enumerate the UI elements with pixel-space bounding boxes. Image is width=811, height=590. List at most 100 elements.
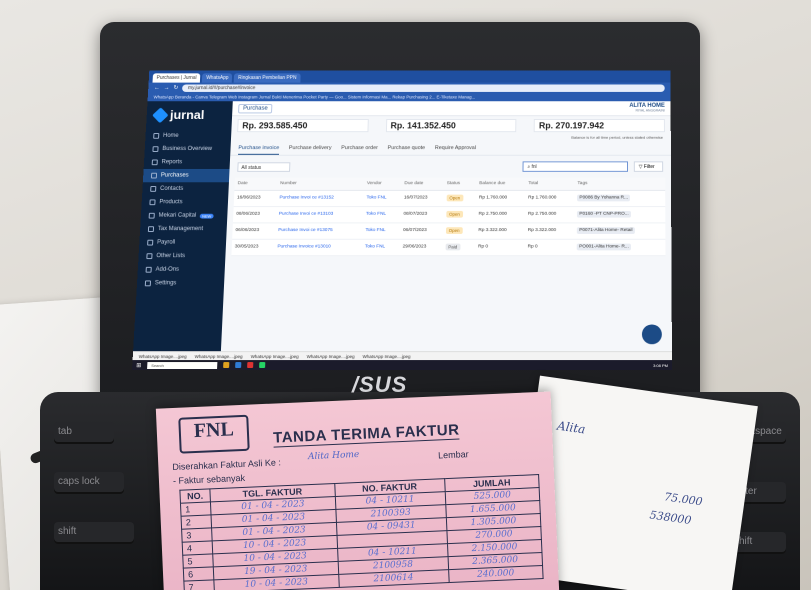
sidebar-item-reports[interactable]: Reports	[144, 156, 231, 169]
table-row[interactable]: 06/06/2023 Purchase Invoi ce #13075 Toko…	[232, 222, 666, 240]
table-row[interactable]: 08/06/2023 Purchase Invoi ce #13103 Toko…	[232, 206, 666, 223]
chat-support-icon[interactable]	[641, 324, 662, 345]
address-bar-row: ← → ↻ my.jurnal.id/#/purchase#invoice	[148, 82, 671, 93]
box-icon	[149, 199, 156, 206]
summary-card[interactable]: Rp. 293.585.450	[237, 119, 369, 133]
download-item[interactable]: WhatsApp Image....jpeg	[195, 354, 243, 359]
sidebar: jurnal Home Business Overview Reports Pu…	[133, 101, 233, 353]
vendor-link[interactable]: Toko FNL	[362, 206, 401, 223]
invoice-table: Date Number Vendor Due date Status Balan…	[231, 177, 666, 257]
summary-card[interactable]: Rp. 270.197.942	[534, 119, 665, 133]
cell-due-date: 06/07/2023	[399, 222, 443, 240]
chrome-icon[interactable]	[247, 362, 254, 369]
download-item[interactable]: WhatsApp Image....jpeg	[139, 354, 187, 359]
col-vendor[interactable]: Vendor	[363, 177, 402, 191]
url-input[interactable]: my.jurnal.id/#/purchase#invoice	[182, 84, 665, 92]
reload-icon[interactable]: ↻	[173, 84, 178, 91]
downloads-bar: WhatsApp Image....jpeg WhatsApp Image...…	[132, 351, 672, 361]
sidebar-item-settings[interactable]: Settings	[137, 277, 225, 291]
download-item[interactable]: WhatsApp Image....jpeg	[251, 354, 299, 359]
vendor-link[interactable]: Toko FNL	[363, 190, 402, 207]
invoice-link[interactable]: Purchase Invoi ce #13075	[274, 222, 363, 240]
home-icon	[153, 133, 160, 139]
windows-start-icon[interactable]: ⊞	[136, 362, 141, 369]
breadcrumb[interactable]: Purchase	[238, 103, 273, 113]
tab-require-approval[interactable]: Require Approval	[435, 145, 476, 154]
cell-date: 06/06/2023	[232, 222, 276, 240]
gear-icon	[144, 280, 152, 287]
back-icon[interactable]: ←	[154, 85, 160, 91]
faktur-title: TANDA TERIMA FAKTUR	[272, 421, 460, 448]
vendor-link[interactable]: Toko FNL	[361, 239, 400, 256]
cell-tags: P0071-Alita Home- Retail	[574, 222, 666, 240]
whatsapp-icon[interactable]	[259, 362, 266, 369]
tab-purchase-invoice[interactable]: Purchase invoice	[238, 145, 280, 155]
status-badge: Open	[446, 194, 464, 202]
invoice-link[interactable]: Purchase Invoi ce #13152	[276, 190, 364, 207]
table-row[interactable]: 16/06/2023 Purchase Invoi ce #13152 Toko…	[233, 190, 666, 207]
filter-button[interactable]: ▽ Filter	[633, 161, 664, 172]
jurnal-logo-icon	[152, 106, 169, 123]
overview-icon	[152, 146, 159, 152]
col-number[interactable]: Number	[276, 177, 365, 191]
edge-icon[interactable]	[235, 362, 242, 369]
plus-icon	[145, 266, 152, 273]
sidebar-item-other-lists[interactable]: Other Lists	[138, 249, 226, 263]
sidebar-item-purchases[interactable]: Purchases	[142, 168, 230, 183]
search-input[interactable]: ⌕ fnl	[522, 161, 628, 172]
summary-card[interactable]: Rp. 141.352.450	[385, 119, 517, 133]
taskbar-search[interactable]: Search	[147, 361, 218, 369]
forward-icon[interactable]: →	[164, 85, 170, 91]
sidebar-item-tax-management[interactable]: Tax Management	[140, 222, 227, 235]
col-due-date[interactable]: Due date	[401, 177, 444, 191]
sidebar-item-add-ons[interactable]: Add-Ons	[137, 263, 225, 277]
tab-purchase-order[interactable]: Purchase order	[341, 145, 378, 154]
tab-purchase-quote[interactable]: Purchase quote	[387, 145, 426, 154]
faktur-receipt-paper: FNL TANDA TERIMA FAKTUR Diserahkan Faktu…	[155, 391, 560, 590]
col-total[interactable]: Total	[525, 177, 575, 191]
tag-chip[interactable]: PO001-Alita Home- R...	[577, 243, 631, 251]
cell-no: 7	[183, 579, 215, 590]
cell-date: 16/06/2023	[233, 190, 277, 207]
sidebar-item-business-overview[interactable]: Business Overview	[144, 142, 230, 155]
windows-taskbar: ⊞ Search 3:08 PM	[132, 360, 672, 370]
sidebar-item-mekari-capital[interactable]: Mekari Capital NEW	[141, 209, 228, 222]
tag-chip[interactable]: P0160 -PT CNP-PRO...	[577, 210, 631, 218]
browser-tab-jurnal[interactable]: Purchases | Jurnal	[152, 73, 201, 83]
col-tags[interactable]: Tags	[574, 177, 666, 191]
bookmarks-bar[interactable]: WhatsApp Beranda - Canva Telegram Web In…	[147, 92, 671, 102]
sidebar-item-contacts[interactable]: Contacts	[142, 182, 229, 195]
cell-no: 2	[181, 514, 212, 530]
handwritten-note: Alita	[556, 418, 587, 437]
sidebar-item-payroll[interactable]: Payroll	[139, 236, 226, 250]
status-dropdown[interactable]: All status	[237, 161, 291, 172]
folder-icon[interactable]	[223, 362, 230, 369]
browser-tab-whatsapp[interactable]: WhatsApp	[202, 73, 233, 83]
invoice-link[interactable]: Purchase Invoi ce #13103	[275, 206, 364, 223]
tag-chip[interactable]: P0071-Alita Home- Retail	[577, 227, 635, 234]
vendor-link[interactable]: Toko FNL	[362, 222, 401, 240]
col-status[interactable]: Status	[443, 177, 477, 191]
fnl-logo: FNL	[178, 414, 250, 454]
table-row[interactable]: 30/05/2023 Purchase Invoice #13010 Toko …	[231, 239, 666, 256]
browser-tab-ringkasan[interactable]: Ringkasan Pembelian PPN	[234, 73, 301, 83]
col-date[interactable]: Date	[234, 177, 278, 191]
tag-chip[interactable]: P0086 By Yohanna R...	[577, 194, 630, 202]
handwritten-note: 75.000	[663, 490, 704, 509]
cell-status: Paid	[442, 239, 476, 256]
cell-total: Rp 3.322.000	[524, 222, 575, 240]
sidebar-item-products[interactable]: Products	[141, 196, 228, 209]
list-icon	[146, 253, 153, 260]
company-switcher[interactable]: ALITA HOME RIYAL ANGGRAINI	[629, 103, 665, 113]
handwritten-note: 538000	[648, 508, 693, 528]
download-item[interactable]: WhatsApp Image....jpeg	[362, 354, 410, 359]
col-balance-due[interactable]: Balance due	[476, 177, 526, 191]
invoice-link[interactable]: Purchase Invoice #13010	[274, 239, 363, 256]
sidebar-item-home[interactable]: Home	[145, 129, 231, 142]
jurnal-logo[interactable]: jurnal	[146, 105, 233, 129]
cell-tags: PO001-Alita Home- R...	[574, 239, 666, 256]
main-content: Purchase ALITA HOME RIYAL ANGGRAINI Rp. …	[220, 101, 672, 353]
cart-icon	[150, 172, 158, 179]
tab-purchase-delivery[interactable]: Purchase delivery	[289, 145, 332, 154]
download-item[interactable]: WhatsApp Image....jpeg	[307, 354, 355, 359]
